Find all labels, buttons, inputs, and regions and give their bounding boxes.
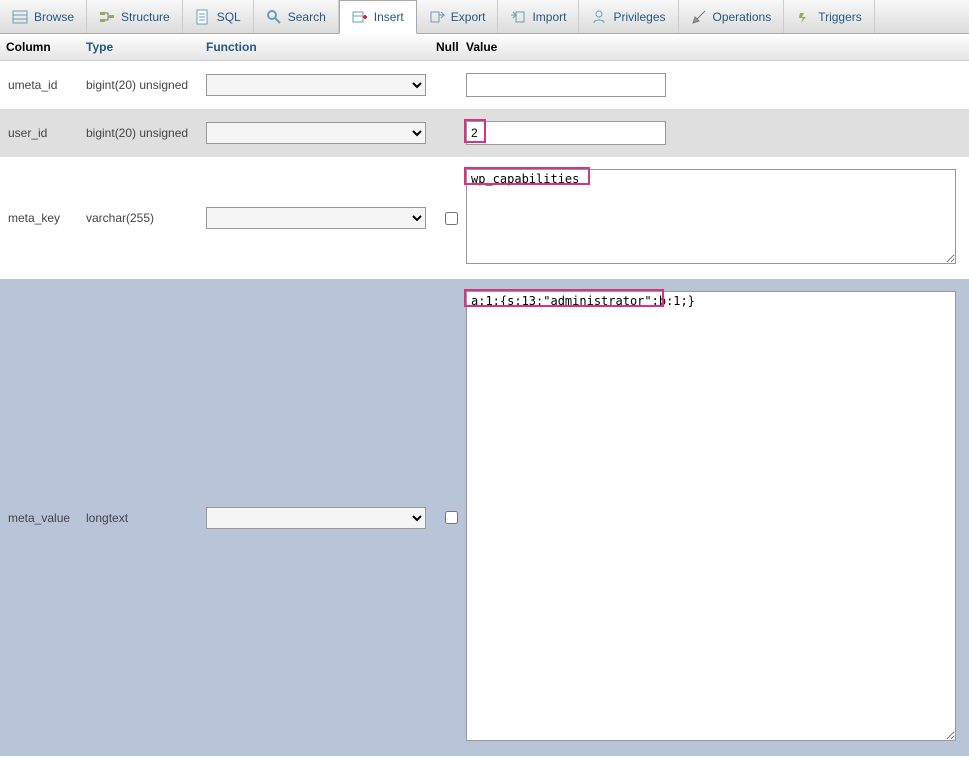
browse-icon bbox=[12, 9, 28, 25]
tab-label: Import bbox=[532, 10, 566, 24]
tab-label: Search bbox=[288, 10, 326, 24]
tab-bar: Browse Structure SQL Search Insert Expor… bbox=[0, 0, 969, 34]
insert-icon bbox=[352, 9, 368, 25]
column-type: bigint(20) unsigned bbox=[86, 126, 206, 140]
row-user-id: user_id bigint(20) unsigned bbox=[0, 109, 969, 157]
header-null: Null bbox=[430, 34, 460, 60]
tab-sql[interactable]: SQL bbox=[183, 0, 254, 33]
null-checkbox-meta-key[interactable] bbox=[445, 212, 458, 225]
triggers-icon bbox=[796, 9, 812, 25]
tab-import[interactable]: Import bbox=[498, 0, 579, 33]
column-name: meta_value bbox=[6, 511, 86, 525]
tab-label: Structure bbox=[121, 10, 170, 24]
value-textarea-meta-value[interactable] bbox=[466, 291, 956, 741]
privileges-icon bbox=[591, 9, 607, 25]
tab-operations[interactable]: Operations bbox=[679, 0, 785, 33]
search-icon bbox=[266, 9, 282, 25]
value-input-umeta-id[interactable] bbox=[466, 73, 666, 97]
tab-label: Insert bbox=[374, 10, 404, 24]
import-icon bbox=[510, 9, 526, 25]
header-column: Column bbox=[0, 34, 80, 60]
column-headers: Column Type Function Null Value bbox=[0, 34, 969, 61]
tab-browse[interactable]: Browse bbox=[0, 0, 87, 33]
tab-label: Browse bbox=[34, 10, 74, 24]
structure-icon bbox=[99, 9, 115, 25]
function-select-user-id[interactable] bbox=[206, 122, 426, 144]
tab-label: Triggers bbox=[818, 10, 862, 24]
tab-insert[interactable]: Insert bbox=[339, 0, 417, 34]
value-textarea-meta-key[interactable] bbox=[466, 169, 956, 264]
function-select-meta-value[interactable] bbox=[206, 507, 426, 529]
sql-icon bbox=[195, 9, 211, 25]
export-icon bbox=[429, 9, 445, 25]
column-name: umeta_id bbox=[6, 78, 86, 92]
tab-export[interactable]: Export bbox=[417, 0, 499, 33]
value-input-user-id[interactable] bbox=[466, 121, 666, 145]
tab-label: Privileges bbox=[613, 10, 665, 24]
function-select-meta-key[interactable] bbox=[206, 207, 426, 229]
header-function[interactable]: Function bbox=[200, 34, 430, 60]
column-type: bigint(20) unsigned bbox=[86, 78, 206, 92]
tab-triggers[interactable]: Triggers bbox=[784, 0, 875, 33]
tab-label: Operations bbox=[713, 10, 772, 24]
row-umeta-id: umeta_id bigint(20) unsigned bbox=[0, 61, 969, 109]
tab-label: SQL bbox=[217, 10, 241, 24]
row-meta-key: meta_key varchar(255) bbox=[0, 157, 969, 279]
null-checkbox-meta-value[interactable] bbox=[445, 511, 458, 524]
tab-label: Export bbox=[451, 10, 486, 24]
row-meta-value: meta_value longtext bbox=[0, 279, 969, 756]
column-name: meta_key bbox=[6, 211, 86, 225]
operations-icon bbox=[691, 9, 707, 25]
tab-search[interactable]: Search bbox=[254, 0, 339, 33]
column-type: longtext bbox=[86, 511, 206, 525]
column-name: user_id bbox=[6, 126, 86, 140]
header-value: Value bbox=[460, 34, 969, 60]
function-select-umeta-id[interactable] bbox=[206, 74, 426, 96]
column-type: varchar(255) bbox=[86, 211, 206, 225]
header-type[interactable]: Type bbox=[80, 34, 200, 60]
tab-privileges[interactable]: Privileges bbox=[579, 0, 678, 33]
tab-structure[interactable]: Structure bbox=[87, 0, 183, 33]
